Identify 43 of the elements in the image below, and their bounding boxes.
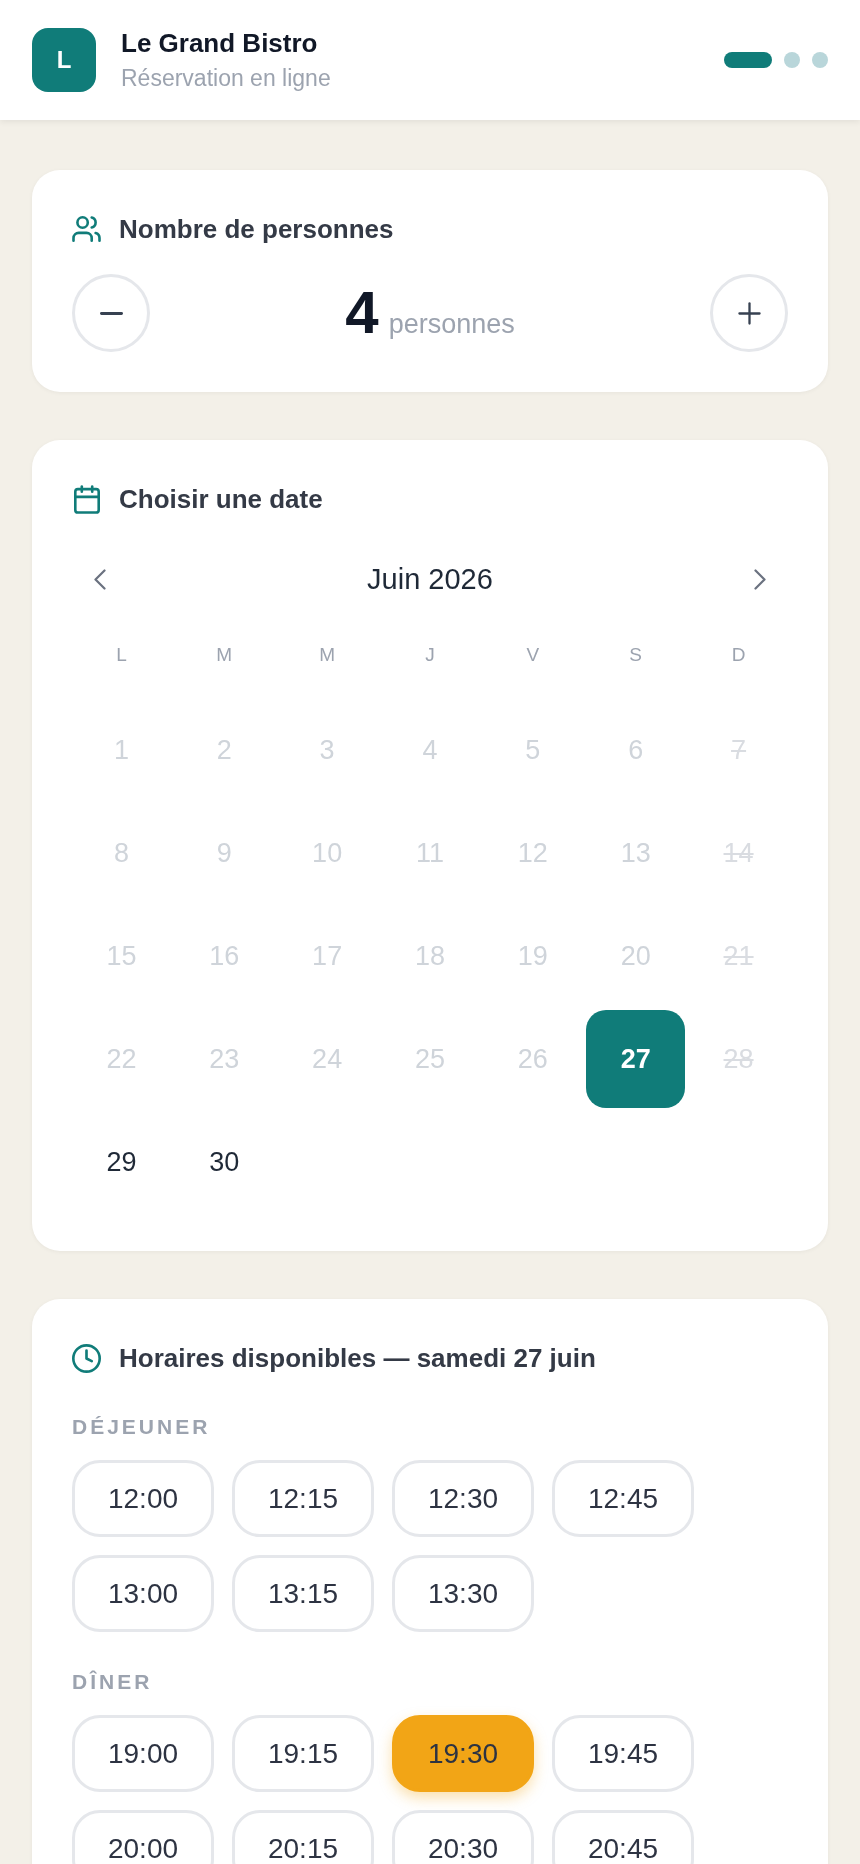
calendar-icon — [74, 484, 100, 514]
clock-icon — [72, 1343, 101, 1373]
restaurant-name: Le Grand Bistro — [121, 29, 319, 57]
time-slot-button[interactable]: 20:15 — [232, 1810, 374, 1864]
guest-count: 4 — [345, 283, 379, 343]
calendar-day[interactable]: 29 — [72, 1113, 171, 1211]
service-label: DÎNER — [72, 1669, 154, 1695]
calendar-day[interactable]: 27 — [586, 1010, 686, 1108]
month-label: Juin 2026 — [367, 562, 493, 596]
time-slot-button[interactable]: 20:00 — [72, 1810, 214, 1864]
section-title: Horaires disponibles — samedi 27 juin — [119, 1342, 596, 1374]
weekday-label: M — [216, 644, 233, 666]
weekday-label: M — [319, 644, 336, 666]
time-slot-button[interactable]: 19:30 — [392, 1715, 534, 1792]
time-slot-button[interactable]: 13:15 — [232, 1555, 374, 1632]
people-icon — [72, 216, 101, 242]
time-slot-button[interactable]: 12:00 — [72, 1460, 214, 1537]
time-slot-button[interactable]: 12:15 — [232, 1460, 374, 1537]
calendar-day[interactable]: 30 — [174, 1113, 274, 1211]
chevron-right-icon — [754, 568, 766, 590]
page-subtitle: Réservation en ligne — [121, 65, 332, 91]
weekday-label: S — [629, 644, 643, 666]
minus-icon — [99, 311, 123, 315]
time-slot-button[interactable]: 20:30 — [392, 1810, 534, 1864]
time-slot-button[interactable]: 13:00 — [72, 1555, 214, 1632]
time-slot-button[interactable]: 13:30 — [392, 1555, 534, 1632]
time-slot-button[interactable]: 19:15 — [232, 1715, 374, 1792]
time-slot-button[interactable]: 12:30 — [392, 1460, 534, 1537]
service-label: DÉJEUNER — [72, 1414, 212, 1440]
time-slot-button[interactable]: 19:00 — [72, 1715, 214, 1792]
weekday-label: J — [425, 644, 435, 666]
guest-unit-label: personnes — [388, 311, 515, 338]
chevron-left-icon — [94, 568, 106, 590]
time-slot-button[interactable]: 12:45 — [552, 1460, 694, 1537]
logo: L — [32, 28, 96, 92]
time-slot-button[interactable]: 19:45 — [552, 1715, 694, 1792]
time-slot-button[interactable]: 20:45 — [552, 1810, 694, 1864]
section-title: Nombre de personnes — [119, 213, 394, 245]
weekday-label: V — [526, 644, 540, 666]
section-title: Choisir une date — [119, 483, 323, 515]
plus-icon — [737, 301, 761, 325]
weekday-label: D — [731, 644, 746, 666]
weekday-label: L — [116, 644, 127, 666]
